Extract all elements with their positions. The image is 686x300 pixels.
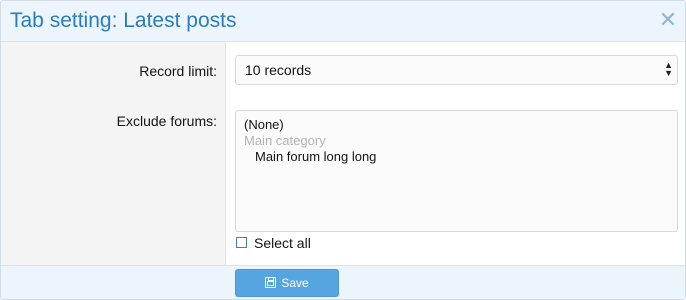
exclude-forums-listbox[interactable]: (None) Main category Main forum long lon… — [235, 110, 678, 232]
record-limit-label: Record limit: — [139, 63, 217, 79]
record-limit-select[interactable]: 10 records ▲ ▼ — [235, 55, 678, 85]
forum-group-main-category: Main category — [244, 133, 326, 148]
select-all-checkbox[interactable] — [236, 237, 247, 248]
forum-option-none[interactable]: (None) — [244, 117, 669, 133]
record-limit-value: 10 records — [245, 62, 312, 78]
save-button-label: Save — [281, 276, 309, 290]
tab-setting-dialog: Tab setting: Latest posts ✕ Record limit… — [0, 0, 686, 300]
dialog-body: Record limit: Exclude forums: 10 records… — [1, 42, 685, 265]
close-icon[interactable]: ✕ — [658, 9, 678, 31]
forum-option-main-forum[interactable]: Main forum long long — [244, 149, 669, 165]
select-all-label[interactable]: Select all — [254, 235, 311, 251]
floppy-disk-icon — [265, 277, 277, 288]
dialog-title: Tab setting: Latest posts — [10, 9, 237, 32]
dialog-footer: Save — [1, 265, 685, 299]
save-button[interactable]: Save — [235, 269, 339, 297]
select-arrows-icon: ▲ ▼ — [664, 60, 673, 78]
exclude-forums-label: Exclude forums: — [116, 113, 217, 129]
dialog-header: Tab setting: Latest posts ✕ — [1, 1, 685, 42]
label-column: Record limit: Exclude forums: — [1, 42, 226, 265]
